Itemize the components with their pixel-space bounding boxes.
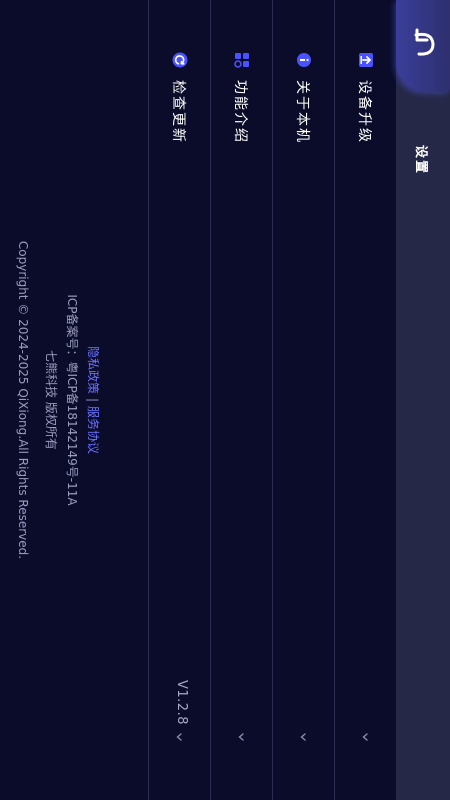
footer: 隐私政策 | 服务协议 ICP备案号：粤ICP备18142149号-11A 七熊科技…	[0, 0, 110, 800]
menu-item-features[interactable]: 功能介绍	[210, 0, 272, 800]
copyright-text: Copyright © 2024-2025 QiXiong.All Rights…	[16, 240, 30, 560]
menu-item-label: 功能介绍	[232, 80, 248, 144]
footer-links: 隐私政策 | 服务协议	[85, 0, 102, 800]
chevron-down-icon	[238, 733, 244, 741]
chevron-down-icon	[362, 733, 368, 741]
settings-menu: 设备升级 关于本机 功能介绍 检查更新 V1.2.8	[148, 0, 396, 800]
menu-item-device-upgrade[interactable]: 设备升级	[334, 0, 396, 800]
page-title: 设置	[413, 145, 428, 176]
version-label: V1.2.8	[174, 680, 189, 725]
menu-item-label: 检查更新	[170, 80, 186, 144]
screen: 设置 设备升级 关于本机 功能介绍 检查更新 V1.2.8 隐私政策|服务协议 …	[0, 0, 450, 800]
grid-icon	[234, 53, 249, 68]
service-agreement-link[interactable]: 服务协议	[86, 406, 100, 454]
company-copyright: 七熊科技 版权所有	[44, 350, 58, 450]
menu-item-label: 设备升级	[356, 80, 372, 144]
footer-separator: |	[86, 397, 100, 403]
chevron-down-icon	[176, 733, 182, 741]
icp-number: ICP备案号：粤ICP备18142149号-11A	[65, 294, 79, 506]
menu-item-about[interactable]: 关于本机	[272, 0, 334, 800]
menu-item-check-update[interactable]: 检查更新 V1.2.8	[148, 0, 210, 800]
menu-item-label: 关于本机	[294, 80, 310, 144]
back-arrow-icon	[414, 28, 435, 56]
upgrade-icon	[359, 53, 373, 67]
refresh-icon	[172, 52, 188, 68]
header-bar: 设置	[396, 0, 450, 800]
chevron-down-icon	[300, 733, 306, 741]
back-button[interactable]	[396, 0, 450, 92]
info-icon	[297, 53, 311, 67]
rotated-layout: 设置 设备升级 关于本机 功能介绍 检查更新 V1.2.8 隐私政策|服务协议 …	[0, 0, 450, 800]
privacy-policy-link[interactable]: 隐私政策	[86, 346, 100, 394]
